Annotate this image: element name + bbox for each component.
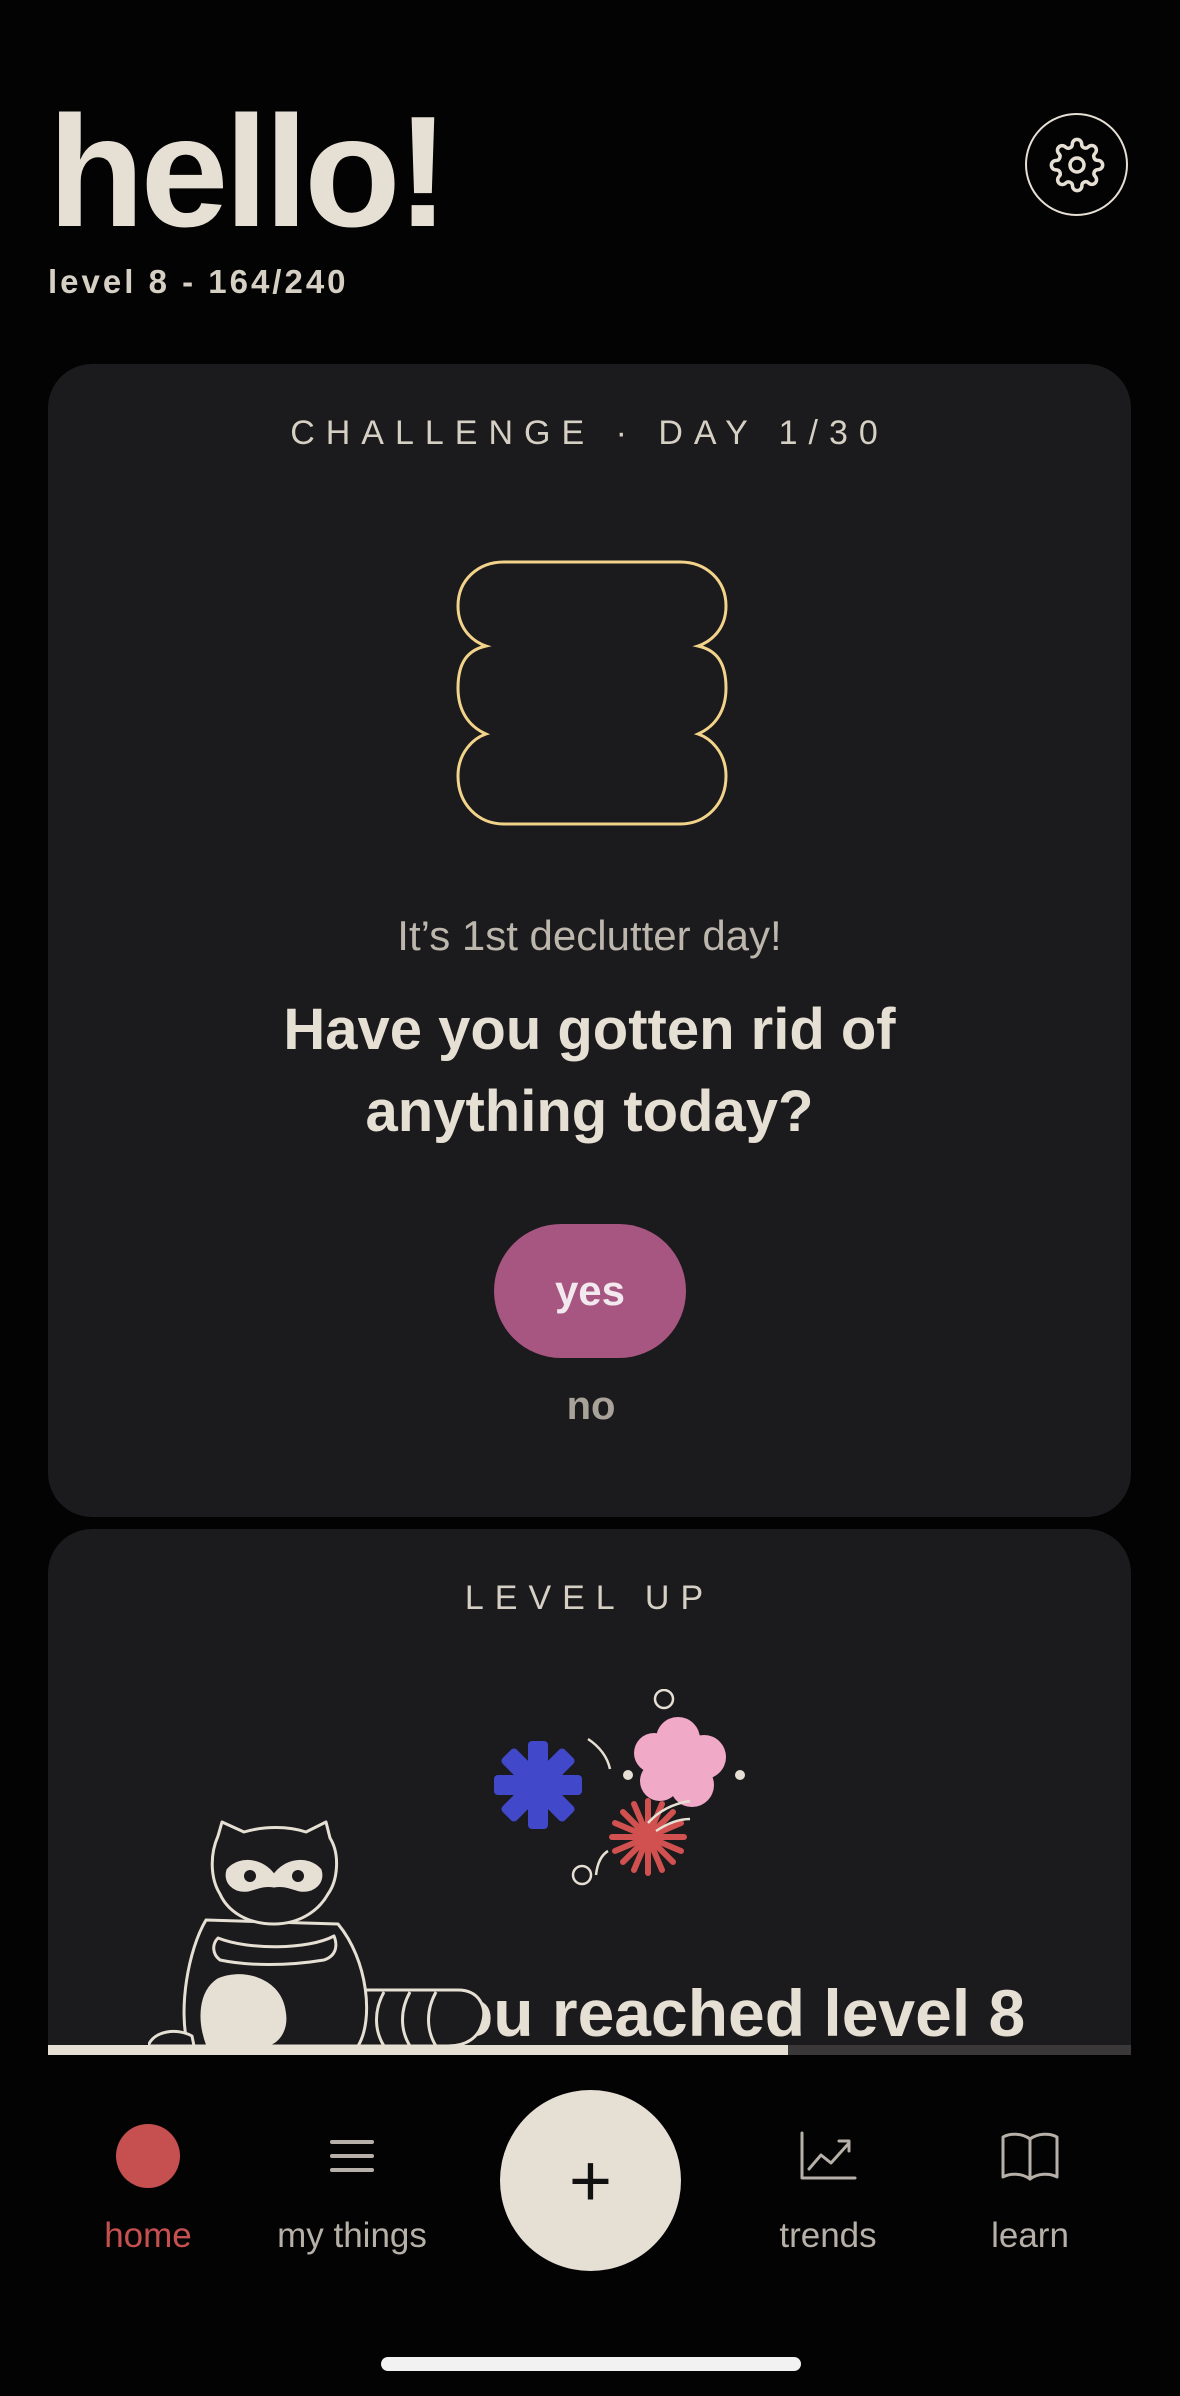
add-button[interactable]: + [500,2090,681,2271]
list-icon [330,2140,374,2172]
challenge-label: CHALLENGE · DAY 1/30 [290,414,889,452]
tab-learn-label: learn [991,2216,1069,2255]
tab-my-things[interactable]: my things [262,2120,442,2256]
tab-learn[interactable]: learn [940,2120,1120,2256]
home-indicator[interactable] [381,2357,801,2371]
no-button[interactable]: no [539,1384,643,1429]
book-icon [1001,2132,1059,2181]
home-dot-icon [116,2124,180,2188]
celebration-icon [494,1689,745,1886]
gear-icon [1049,137,1104,192]
challenge-question: Have you gotten rid of anything today? [283,997,896,1144]
tab-trends-label: trends [779,2216,877,2255]
level-progress-text: level 8 - 164/240 [48,263,349,300]
yes-button[interactable]: yes [494,1224,686,1358]
greeting-title: hello! [48,84,449,260]
level-up-label: LEVEL UP [464,1579,715,1617]
raccoon-illustration [148,1820,486,2048]
tab-my-things-label: my things [277,2216,427,2255]
tab-trends[interactable]: trends [738,2120,918,2256]
blob-outline-icon [456,560,728,826]
challenge-subtitle: It’s 1st declutter day! [397,912,782,959]
tab-home-label: home [104,2216,192,2255]
trend-chart-icon [800,2131,857,2180]
settings-button[interactable] [1025,113,1128,216]
challenge-card: CHALLENGE · DAY 1/30 It’s 1st declutter … [48,364,1131,1517]
tab-home[interactable]: home [58,2120,238,2256]
